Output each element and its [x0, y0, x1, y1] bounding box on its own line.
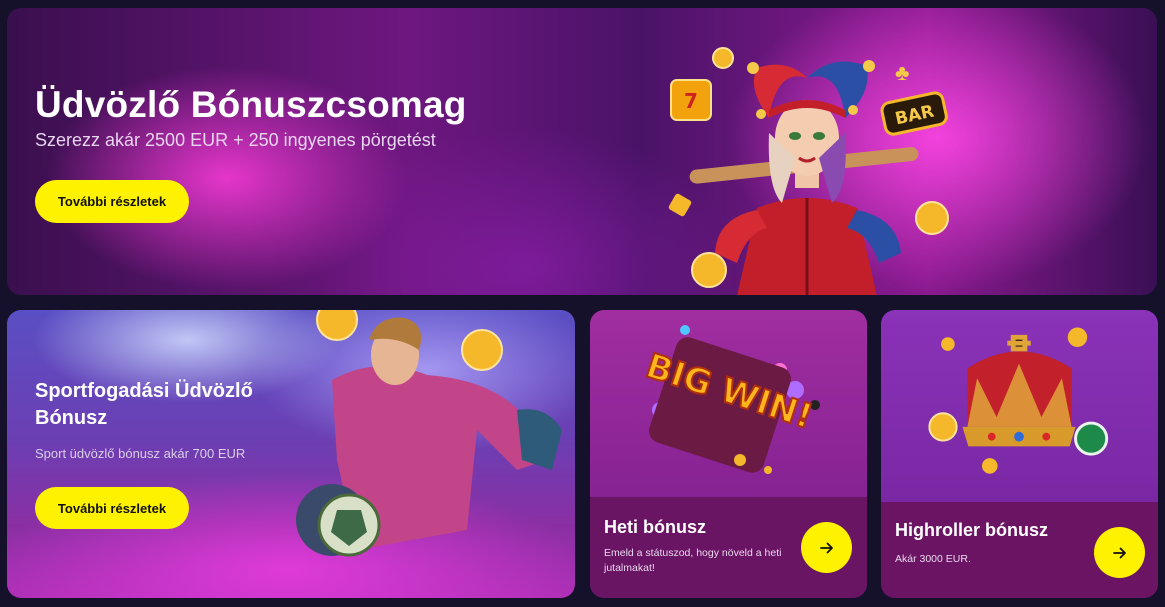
jester-illustration: 7 ♣ BAR: [668, 47, 949, 295]
weekly-arrow-button[interactable]: [801, 522, 852, 573]
arrow-right-icon: [819, 542, 833, 553]
diamond-card-icon: [668, 193, 692, 217]
weekly-card-description: Emeld a státuszod, hogy növeld a heti ju…: [604, 547, 782, 574]
crown-illustration: [928, 327, 1109, 474]
arrow-right-icon: [1112, 547, 1126, 558]
sport-bonus-card[interactable]: Sportfogadási Üdvözlő Bónusz Sport üdvöz…: [7, 310, 575, 598]
coin-icon: [712, 47, 734, 69]
club-icon: ♣: [895, 60, 909, 85]
highroller-card-description: Akár 3000 EUR.: [895, 553, 971, 565]
highroller-card-title: Highroller bónusz: [895, 520, 1048, 540]
svg-text:7: 7: [684, 89, 698, 113]
hero-subtitle: Szerezz akár 2500 EUR + 250 ingyenes pör…: [35, 130, 436, 150]
coin-icon: [316, 310, 358, 341]
coin-icon: [461, 329, 503, 371]
hero-details-button[interactable]: További részletek: [35, 180, 189, 223]
coin-icon: [691, 252, 727, 288]
weekly-card-footer: Heti bónusz Emeld a státuszod, hogy növe…: [590, 497, 867, 598]
promotions-page: Üdvözlő Bónuszcsomag Szerezz akár 2500 E…: [0, 0, 1165, 607]
hero-title: Üdvözlő Bónuszcsomag: [35, 84, 467, 125]
goalkeeper-illustration: [296, 310, 562, 557]
coin-icon: [928, 412, 958, 442]
sport-card-title: Sportfogadási Üdvözlő Bónusz: [35, 380, 253, 429]
sport-card-subtitle: Sport üdvözlő bónusz akár 700 EUR: [35, 446, 246, 461]
slot-symbol-icon: 7: [670, 79, 712, 121]
weekly-bonus-card[interactable]: BIG WIN! Heti bónusz Emeld a státuszod, …: [590, 310, 867, 598]
highroller-arrow-button[interactable]: [1094, 527, 1145, 578]
coin-icon: [915, 201, 949, 235]
welcome-bonus-banner[interactable]: Üdvözlő Bónuszcsomag Szerezz akár 2500 E…: [7, 8, 1157, 295]
sport-details-button[interactable]: További részletek: [35, 487, 189, 529]
big-win-illustration: BIG WIN!: [640, 325, 820, 474]
highroller-card-footer: Highroller bónusz Akár 3000 EUR.: [881, 502, 1158, 598]
weekly-card-title: Heti bónusz: [604, 517, 706, 537]
bar-symbol-icon: BAR: [880, 91, 948, 136]
casino-chip-icon: [1074, 421, 1109, 456]
highroller-bonus-card[interactable]: Highroller bónusz Akár 3000 EUR.: [881, 310, 1158, 598]
